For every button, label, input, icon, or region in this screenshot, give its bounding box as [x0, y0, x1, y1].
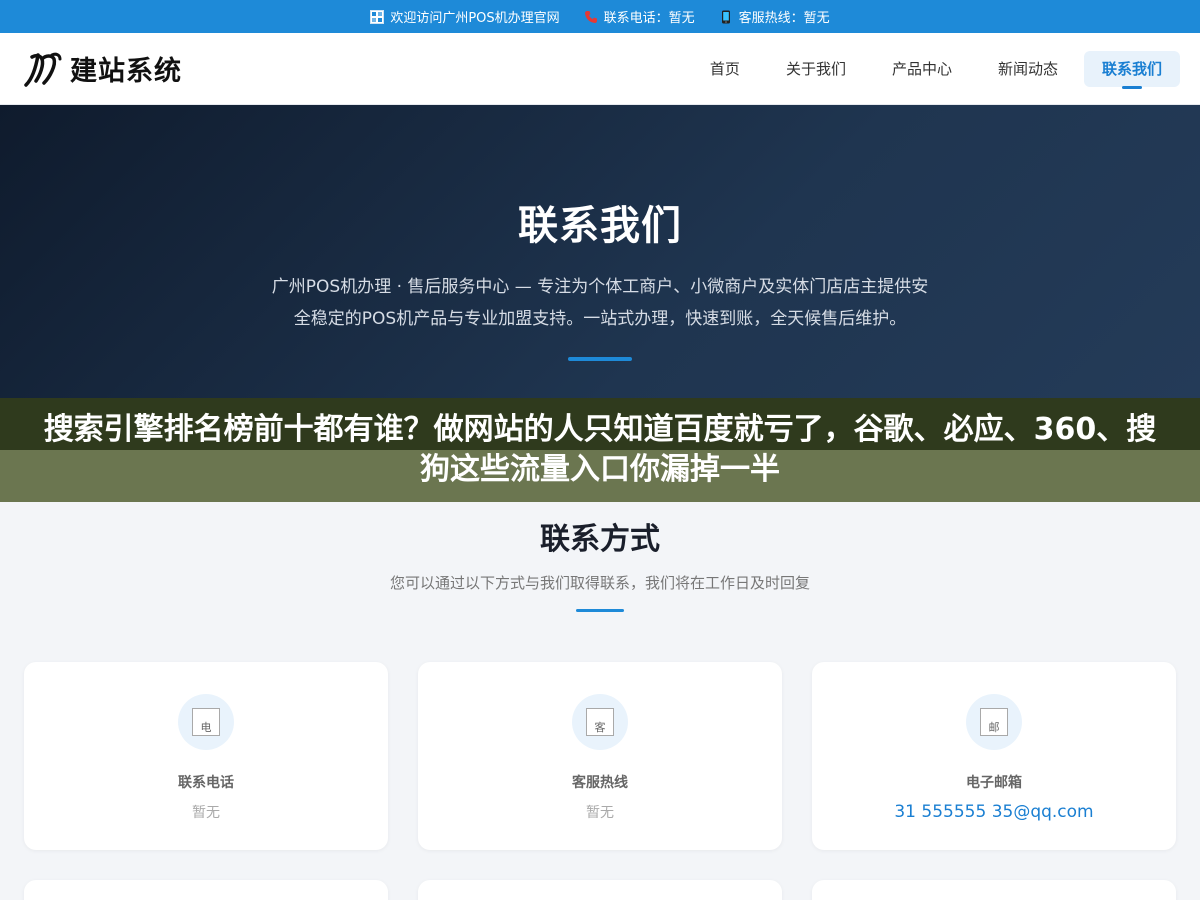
logo-text: 建站系统 [70, 56, 182, 87]
email-link[interactable]: 31 555555 35@qq.com [894, 802, 1093, 822]
hero-description: 广州POS机办理 · 售后服务中心 — 专注为个体工商户、小微商户及实体门店店主… [271, 277, 929, 329]
logo-mark-icon [22, 49, 64, 89]
site-logo[interactable]: 建站系统 [22, 49, 182, 89]
card-icon-circle: 客 [572, 694, 628, 750]
nav-home[interactable]: 首页 [690, 51, 760, 87]
nav-products[interactable]: 产品中心 [872, 51, 972, 87]
card-label: 客服热线 [572, 775, 628, 791]
phone-text: 联系电话：暂无 [603, 11, 695, 26]
top-info-bar: 欢迎访问广州POS机办理官网 联系电话：暂无 客服热线：暂无 [0, 0, 1200, 33]
contact-subtitle: 您可以通过以下方式与我们取得联系，我们将在工作日及时回复 [389, 574, 810, 592]
contact-cards-row-2 [0, 880, 1200, 900]
card-value: 暂无 [586, 805, 614, 821]
contact-card-placeholder [24, 880, 388, 900]
welcome-item: 欢迎访问广州POS机办理官网 [370, 7, 560, 26]
contact-card-phone: 电 联系电话 暂无 [24, 662, 388, 850]
nav-contact[interactable]: 联系我们 [1083, 50, 1180, 89]
hero-title: 联系我们 [518, 203, 682, 249]
contact-card-email: 邮 电子邮箱 31 555555 35@qq.com [812, 662, 1176, 850]
overlay-headline-text: 搜索引擎排名榜前十都有谁？做网站的人只知道百度就亏了，谷歌、必应、360、搜狗这… [43, 412, 1157, 487]
contact-section: 联系方式 您可以通过以下方式与我们取得联系，我们将在工作日及时回复 电 联系电话… [0, 514, 1200, 900]
contact-card-placeholder [812, 880, 1176, 900]
main-nav: 首页 关于我们 产品中心 新闻动态 联系我们 [690, 50, 1180, 89]
card-icon-circle: 电 [178, 694, 234, 750]
site-header: 建站系统 首页 关于我们 产品中心 新闻动态 联系我们 [0, 33, 1200, 105]
broken-image-icon: 电 [192, 708, 220, 736]
nav-about[interactable]: 关于我们 [766, 51, 866, 87]
card-label: 联系电话 [178, 775, 234, 791]
mobile-icon [719, 10, 733, 24]
nav-news[interactable]: 新闻动态 [978, 51, 1078, 87]
hotline-text: 客服热线：暂无 [738, 11, 830, 26]
contact-cards: 电 联系电话 暂无 客 客服热线 暂无 邮 电子邮箱 31 555555 35@… [0, 662, 1200, 850]
card-label: 电子邮箱 [966, 775, 1022, 791]
overlay-headline-banner[interactable]: 搜索引擎排名榜前十都有谁？做网站的人只知道百度就亏了，谷歌、必应、360、搜狗这… [0, 398, 1200, 502]
welcome-text: 欢迎访问广州POS机办理官网 [390, 11, 560, 26]
card-icon-circle: 邮 [966, 694, 1022, 750]
hero-section: 联系我们 广州POS机办理 · 售后服务中心 — 专注为个体工商户、小微商户及实… [0, 105, 1200, 400]
broken-image-icon: 邮 [980, 708, 1008, 736]
hero-divider [568, 357, 632, 361]
contact-card-placeholder [418, 880, 782, 900]
phone-item: 联系电话：暂无 [584, 7, 695, 26]
phone-icon [584, 10, 598, 24]
card-value: 暂无 [192, 805, 220, 821]
contact-card-hotline: 客 客服热线 暂无 [418, 662, 782, 850]
hotline-item: 客服热线：暂无 [719, 7, 830, 26]
broken-image-icon: 客 [586, 708, 614, 736]
contact-title: 联系方式 [540, 522, 660, 557]
grid-icon [370, 9, 385, 24]
contact-divider [576, 609, 624, 612]
